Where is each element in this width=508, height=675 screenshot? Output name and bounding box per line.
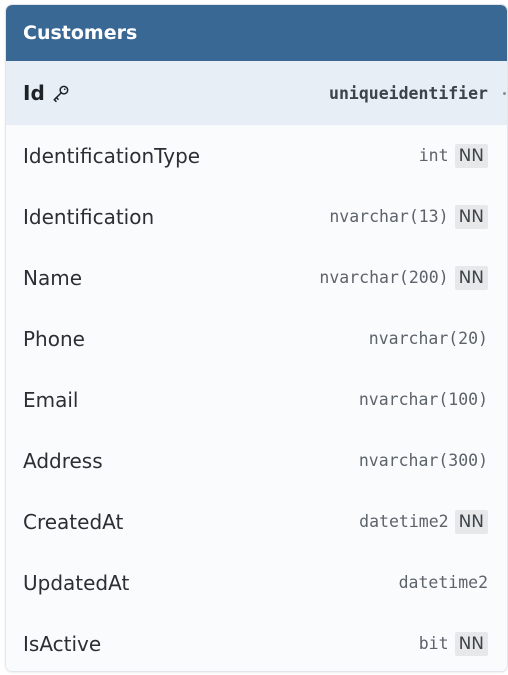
column-row-email[interactable]: Email nvarchar(100) [6, 369, 507, 430]
column-type: bit [418, 634, 449, 653]
column-name: Phone [23, 326, 85, 351]
column-type: datetime2 [359, 512, 449, 531]
column-row-updatedat[interactable]: UpdatedAt datetime2 [6, 552, 507, 613]
column-list: Id uniqueidentifier IdentificationType i… [6, 61, 507, 671]
not-null-badge: NN [454, 143, 488, 168]
column-name: Identification [23, 204, 155, 229]
table-title: Customers [23, 22, 138, 44]
connector-handle[interactable] [503, 92, 506, 95]
column-type: uniqueidentifier [329, 83, 488, 103]
column-row-identificationtype[interactable]: IdentificationType int NN [6, 125, 507, 186]
column-name: Name [23, 265, 83, 290]
key-icon [53, 85, 69, 103]
column-type: datetime2 [398, 573, 488, 592]
column-row-address[interactable]: Address nvarchar(300) [6, 430, 507, 491]
column-row-identification[interactable]: Identification nvarchar(13) NN [6, 186, 507, 247]
column-name: CreatedAt [23, 509, 124, 534]
column-row-phone[interactable]: Phone nvarchar(20) [6, 308, 507, 369]
table-header[interactable]: Customers [6, 5, 507, 61]
column-type: nvarchar(13) [329, 207, 449, 226]
column-row-id[interactable]: Id uniqueidentifier [6, 61, 507, 125]
not-null-badge: NN [454, 265, 488, 290]
column-name: UpdatedAt [23, 570, 130, 595]
column-row-isactive[interactable]: IsActive bit NN [6, 613, 507, 671]
column-row-createdat[interactable]: CreatedAt datetime2 NN [6, 491, 507, 552]
not-null-badge: NN [454, 204, 488, 229]
column-type: nvarchar(200) [319, 268, 449, 287]
column-name: Id [23, 81, 45, 105]
column-name: IsActive [23, 631, 102, 656]
column-type: nvarchar(300) [358, 451, 488, 470]
column-name: IdentificationType [23, 143, 201, 168]
column-type: nvarchar(20) [368, 329, 488, 348]
column-name: Address [23, 448, 103, 473]
column-type: int [418, 146, 449, 165]
column-row-name[interactable]: Name nvarchar(200) NN [6, 247, 507, 308]
not-null-badge: NN [454, 509, 488, 534]
not-null-badge: NN [454, 631, 488, 656]
column-name: Email [23, 387, 79, 412]
column-type: nvarchar(100) [358, 390, 488, 409]
customers-table-card[interactable]: Customers Id uniqueidentifier Identifica… [6, 5, 507, 671]
